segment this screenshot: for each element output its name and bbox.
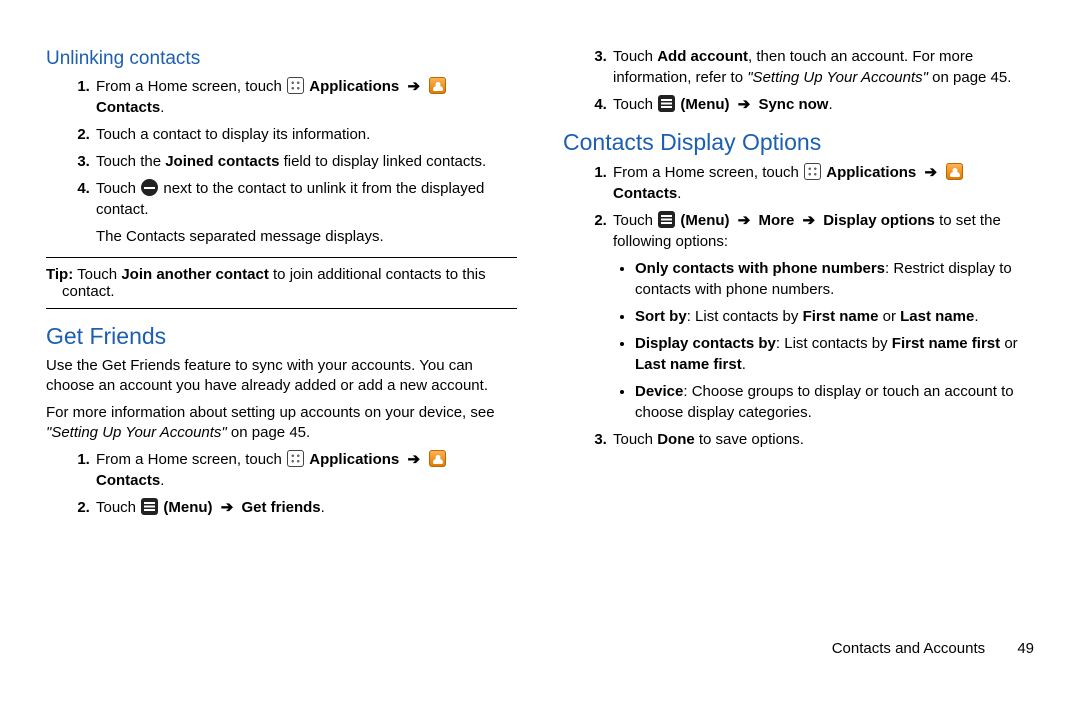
- list-item: From a Home screen, touch Applications ➔…: [94, 76, 517, 118]
- list-item: Touch Done to save options.: [611, 429, 1034, 450]
- unlink-steps: From a Home screen, touch Applications ➔…: [46, 76, 517, 247]
- list-item: Touch a contact to display its informati…: [94, 124, 517, 145]
- list-item: Only contacts with phone numbers: Restri…: [635, 258, 1034, 300]
- list-item: Device: Choose groups to display or touc…: [635, 381, 1034, 423]
- heading-display-options: Contacts Display Options: [563, 129, 1034, 156]
- list-item: Touch (Menu) ➔ Sync now.: [611, 94, 1034, 115]
- list-item: Touch (Menu) ➔ Get friends.: [94, 497, 517, 518]
- contact-icon: [429, 450, 446, 467]
- list-item: From a Home screen, touch Applications ➔…: [611, 162, 1034, 204]
- arrow-icon: ➔: [217, 499, 238, 516]
- contact-icon: [946, 163, 963, 180]
- list-item: Sort by: List contacts by First name or …: [635, 306, 1034, 327]
- menu-icon: [658, 95, 675, 112]
- getfriends-steps-cont: Touch Add account, then touch an account…: [563, 46, 1034, 115]
- list-item: Touch Add account, then touch an account…: [611, 46, 1034, 88]
- page-number: 49: [1017, 640, 1034, 657]
- remove-circle-icon: [141, 179, 158, 196]
- apps-grid-icon: [287, 77, 304, 94]
- list-item: From a Home screen, touch Applications ➔…: [94, 449, 517, 491]
- page-footer: Contacts and Accounts 49: [0, 640, 1080, 657]
- heading-get-friends: Get Friends: [46, 323, 517, 350]
- contact-icon: [429, 77, 446, 94]
- tip-block: Tip: Touch Join another contact to join …: [46, 257, 517, 309]
- apps-grid-icon: [287, 450, 304, 467]
- arrow-icon: ➔: [798, 212, 819, 229]
- display-options-bullets: Only contacts with phone numbers: Restri…: [613, 258, 1034, 423]
- list-item: Touch (Menu) ➔ More ➔ Display options to…: [611, 210, 1034, 423]
- list-item: Touch the Joined contacts field to displ…: [94, 151, 517, 172]
- display-steps: From a Home screen, touch Applications ➔…: [563, 162, 1034, 450]
- arrow-icon: ➔: [920, 164, 941, 181]
- getfriends-steps: From a Home screen, touch Applications ➔…: [46, 449, 517, 518]
- paragraph: For more information about setting up ac…: [46, 403, 517, 444]
- note-text: The Contacts separated message displays.: [96, 226, 517, 247]
- heading-unlinking: Unlinking contacts: [46, 48, 517, 70]
- list-item: Touch next to the contact to unlink it f…: [94, 178, 517, 247]
- menu-icon: [141, 498, 158, 515]
- section-title: Contacts and Accounts: [832, 640, 985, 657]
- arrow-icon: ➔: [734, 212, 755, 229]
- page-body: Unlinking contacts From a Home screen, t…: [0, 0, 1080, 640]
- list-item: Display contacts by: List contacts by Fi…: [635, 333, 1034, 375]
- arrow-icon: ➔: [403, 451, 424, 468]
- paragraph: Use the Get Friends feature to sync with…: [46, 356, 517, 397]
- arrow-icon: ➔: [403, 78, 424, 95]
- menu-icon: [658, 211, 675, 228]
- apps-grid-icon: [804, 163, 821, 180]
- arrow-icon: ➔: [734, 96, 755, 113]
